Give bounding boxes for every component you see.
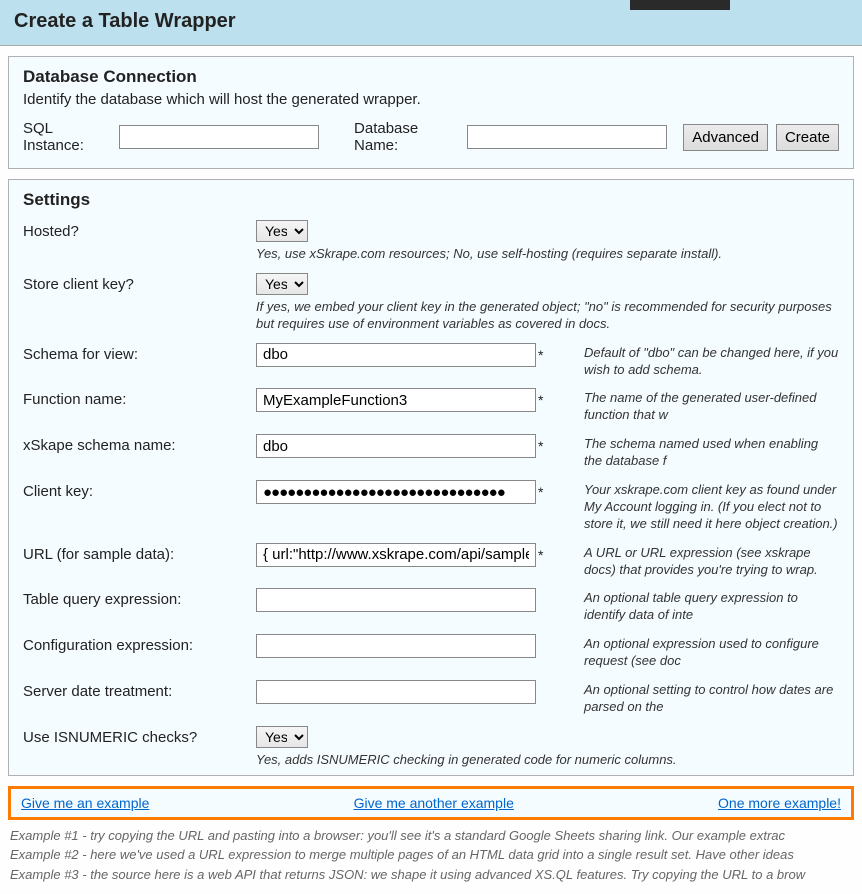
database-name-input[interactable] — [467, 125, 667, 149]
required-star: * — [538, 484, 543, 500]
advanced-button[interactable]: Advanced — [683, 124, 768, 151]
config-desc: An optional expression used to configure… — [584, 634, 839, 670]
settings-panel: Settings Hosted? Yes Yes, use xSkrape.co… — [8, 179, 854, 776]
window-chrome-fragment — [630, 0, 730, 10]
example-link-3[interactable]: One more example! — [718, 795, 841, 811]
required-star: * — [538, 392, 543, 408]
footnote-3: Example #3 - the source here is a web AP… — [10, 865, 852, 885]
config-input[interactable] — [256, 634, 536, 658]
required-star: * — [538, 438, 543, 454]
example-link-1[interactable]: Give me an example — [21, 795, 149, 811]
footnotes: Example #1 - try copying the URL and pas… — [10, 826, 852, 885]
sdt-input[interactable] — [256, 680, 536, 704]
page-header: Create a Table Wrapper — [0, 0, 862, 46]
schemaview-input[interactable] — [256, 343, 536, 367]
xskape-input[interactable] — [256, 434, 536, 458]
settings-title: Settings — [23, 190, 839, 210]
database-name-label: Database Name: — [354, 120, 459, 154]
funcname-input[interactable] — [256, 388, 536, 412]
tquery-input[interactable] — [256, 588, 536, 612]
isnum-select[interactable]: Yes — [256, 726, 308, 748]
tquery-desc: An optional table query expression to id… — [584, 588, 839, 624]
funcname-label: Function name: — [23, 388, 248, 408]
clientkey-label: Client key: — [23, 480, 248, 500]
create-button[interactable]: Create — [776, 124, 839, 151]
clientkey-desc: Your xskrape.com client key as found und… — [584, 480, 839, 533]
tquery-label: Table query expression: — [23, 588, 248, 608]
hosted-select[interactable]: Yes — [256, 220, 308, 242]
xskape-label: xSkape schema name: — [23, 434, 248, 454]
funcname-desc: The name of the generated user-defined f… — [584, 388, 839, 424]
required-star: * — [538, 347, 543, 363]
config-label: Configuration expression: — [23, 634, 248, 654]
xskape-desc: The schema named used when enabling the … — [584, 434, 839, 470]
hosted-desc: Yes, use xSkrape.com resources; No, use … — [256, 246, 839, 263]
example-link-2[interactable]: Give me another example — [354, 795, 514, 811]
page-title: Create a Table Wrapper — [14, 10, 848, 33]
db-panel-desc: Identify the database which will host th… — [23, 91, 839, 108]
sql-instance-label: SQL Instance: — [23, 120, 111, 154]
required-star: * — [538, 547, 543, 563]
storekey-select[interactable]: Yes — [256, 273, 308, 295]
storekey-desc: If yes, we embed your client key in the … — [256, 299, 839, 333]
example-links-row: Give me an example Give me another examp… — [8, 786, 854, 820]
isnum-label: Use ISNUMERIC checks? — [23, 726, 248, 746]
db-panel-title: Database Connection — [23, 67, 839, 87]
storekey-label: Store client key? — [23, 273, 248, 293]
db-connection-row: SQL Instance: Database Name: Advanced Cr… — [23, 120, 839, 154]
url-desc: A URL or URL expression (see xskrape doc… — [584, 543, 839, 579]
sql-instance-input[interactable] — [119, 125, 319, 149]
url-input[interactable] — [256, 543, 536, 567]
footnote-1: Example #1 - try copying the URL and pas… — [10, 826, 852, 846]
db-connection-panel: Database Connection Identify the databas… — [8, 56, 854, 169]
schemaview-label: Schema for view: — [23, 343, 248, 363]
sdt-label: Server date treatment: — [23, 680, 248, 700]
hosted-label: Hosted? — [23, 220, 248, 240]
footnote-2: Example #2 - here we've used a URL expre… — [10, 845, 852, 865]
isnum-desc: Yes, adds ISNUMERIC checking in generate… — [256, 752, 839, 769]
sdt-desc: An optional setting to control how dates… — [584, 680, 839, 716]
schemaview-desc: Default of "dbo" can be changed here, if… — [584, 343, 839, 379]
clientkey-input[interactable] — [256, 480, 536, 504]
url-label: URL (for sample data): — [23, 543, 248, 563]
